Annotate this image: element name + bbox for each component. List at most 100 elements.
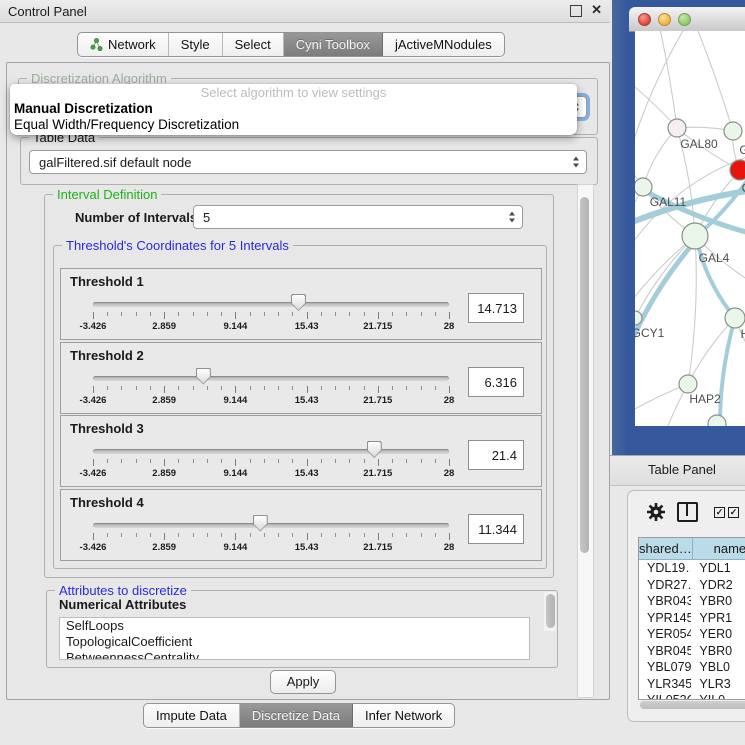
slider-tick-label: 21.715: [363, 542, 392, 553]
network-edge[interactable]: [688, 236, 696, 384]
threshold-value-field[interactable]: 14.713: [468, 293, 524, 323]
network-edge-thick[interactable]: [720, 318, 735, 426]
network-window-titlebar[interactable]: [629, 7, 745, 32]
threshold-slider-track[interactable]: [93, 302, 449, 307]
panel-vertical-scrollbar[interactable]: [577, 184, 594, 698]
table-cell: YER054C: [639, 626, 691, 643]
control-panel-title: Control Panel: [0, 4, 87, 19]
close-icon[interactable]: ✕: [591, 2, 602, 18]
table-data-combobox[interactable]: galFiltered.sif default node: [29, 150, 587, 174]
network-node-label: GAL80: [680, 137, 718, 151]
attributes-list-scrollbar[interactable]: [544, 592, 556, 631]
minimize-traffic-light-icon[interactable]: [658, 13, 671, 26]
table-row[interactable]: YBL079WYBL0: [639, 659, 745, 676]
threshold-slider-track[interactable]: [93, 449, 449, 454]
table-data-combobox-value: galFiltered.sif default node: [39, 155, 191, 170]
threshold-value-field[interactable]: 6.316: [468, 367, 524, 397]
tab-label: Impute Data: [156, 708, 227, 723]
tab-network[interactable]: Network: [78, 33, 169, 56]
table-row[interactable]: YBR045CYBR0: [639, 643, 745, 660]
tab-discretize-data[interactable]: Discretize Data: [240, 704, 353, 727]
slider-tick-label: 21.715: [363, 395, 392, 406]
tab-select[interactable]: Select: [223, 33, 284, 56]
checkbox-icon[interactable]: ✓: [728, 507, 739, 518]
network-view-canvas[interactable]: GAL80GACGAL11GAL4GCY1HHAP2: [635, 31, 745, 426]
threshold-slider-thumb[interactable]: [367, 441, 382, 458]
column-layout-icon[interactable]: [677, 502, 698, 522]
numerical-attributes-list[interactable]: SelfLoopsTopologicalCoefficientBetweenne…: [59, 617, 530, 660]
tab-style[interactable]: Style: [169, 33, 223, 56]
network-node-hap2[interactable]: [679, 375, 697, 393]
tab-impute-data[interactable]: Impute Data: [144, 704, 240, 727]
column-header-name[interactable]: name: [693, 538, 745, 559]
threshold-slider-thumb[interactable]: [253, 515, 268, 532]
network-node-h[interactable]: [725, 308, 745, 328]
slider-tick-label: 28: [444, 468, 455, 479]
network-graph[interactable]: GAL80GACGAL11GAL4GCY1HHAP2: [635, 31, 745, 426]
threshold-value-field[interactable]: 11.344: [468, 514, 524, 544]
control-panel-titlebar: Control Panel ✕: [0, 0, 610, 23]
table-row[interactable]: YBR043CYBR0: [639, 593, 745, 610]
network-node-gal80[interactable]: [668, 119, 686, 137]
float-window-icon[interactable]: [570, 5, 582, 17]
table-panel-card: ✓ ✓ shared… name YDL19…YDL1YDR27…YDR2YBR…: [627, 490, 745, 722]
threshold-slider-track[interactable]: [93, 523, 449, 528]
table-cell: YDL19…: [639, 560, 691, 577]
threshold-block: Threshold 2 -3.4262.8599.14415.4321.7152…: [60, 342, 542, 414]
dropdown-option[interactable]: Equal Width/Frequency Discretization: [10, 117, 577, 133]
table-cell: YBL079W: [639, 659, 691, 676]
zoom-traffic-light-icon[interactable]: [678, 13, 691, 26]
tab-infer-network[interactable]: Infer Network: [353, 704, 454, 727]
table-row[interactable]: YPR145WYPR1: [639, 610, 745, 627]
table-row[interactable]: YDR27…YDR2: [639, 577, 745, 594]
checkbox-icon[interactable]: ✓: [714, 507, 725, 518]
network-edge[interactable]: [635, 384, 688, 421]
table-row[interactable]: YLR345WYLR3: [639, 676, 745, 693]
combo-stepper-icon[interactable]: [509, 212, 515, 223]
network-window-frame[interactable]: GAL80GACGAL11GAL4GCY1HHAP2: [612, 0, 745, 455]
network-edge[interactable]: [643, 128, 677, 187]
table-cell: YBR0: [691, 593, 745, 610]
column-header-shared-name[interactable]: shared…: [639, 538, 693, 559]
slider-tick-label: 9.144: [224, 395, 248, 406]
gear-icon[interactable]: [646, 502, 666, 522]
attribute-list-item[interactable]: BetweennessCentrality: [60, 650, 529, 660]
attribute-list-item[interactable]: SelfLoops: [60, 618, 529, 634]
scrollbar-thumb[interactable]: [580, 197, 589, 553]
threshold-value-field[interactable]: 21.4: [468, 440, 524, 470]
threshold-slider-track[interactable]: [93, 376, 449, 381]
threshold-slider-thumb[interactable]: [291, 294, 306, 311]
threshold-block: Threshold 1 -3.4262.8599.14415.4321.7152…: [60, 268, 542, 340]
scrollbar-thumb[interactable]: [640, 701, 745, 709]
tab-cyni-toolbox[interactable]: Cyni Toolbox: [284, 33, 383, 56]
close-traffic-light-icon[interactable]: [638, 13, 651, 26]
network-node-b1[interactable]: [708, 415, 726, 426]
tab-label: Infer Network: [365, 708, 442, 723]
network-edge[interactable]: [695, 236, 735, 318]
network-node-n2[interactable]: [724, 122, 742, 140]
threshold-label: Threshold 4: [70, 495, 144, 510]
table-data-group: Table Data galFiltered.sif default node: [20, 137, 598, 185]
table-row[interactable]: YER054CYER0: [639, 626, 745, 643]
network-edge[interactable]: [655, 31, 677, 128]
table-row[interactable]: YIL052CYIL0: [639, 692, 745, 700]
apply-button[interactable]: Apply: [270, 670, 336, 694]
tab-label: Network: [108, 37, 156, 52]
tab-jactivemnodules[interactable]: jActiveMNodules: [383, 33, 504, 56]
attribute-list-item[interactable]: TopologicalCoefficient: [60, 634, 529, 650]
number-of-intervals-combobox[interactable]: 5: [193, 205, 523, 229]
dropdown-option[interactable]: Manual Discretization: [10, 101, 577, 117]
node-table[interactable]: shared… name YDL19…YDL1YDR27…YDR2YBR043C…: [638, 537, 745, 700]
network-node-label: C: [742, 181, 745, 195]
network-edge-thick[interactable]: [635, 239, 697, 369]
table-horizontal-scrollbar[interactable]: [638, 700, 745, 710]
network-edge[interactable]: [690, 31, 733, 131]
network-node-gal11[interactable]: [635, 178, 652, 196]
network-node-red[interactable]: [730, 160, 745, 180]
network-node-gal4[interactable]: [682, 223, 708, 249]
table-cell: YDL1: [691, 560, 745, 577]
table-row[interactable]: YDL19…YDL1: [639, 560, 745, 577]
tab-label: Discretize Data: [252, 708, 340, 723]
threshold-slider-thumb[interactable]: [196, 368, 211, 385]
combo-stepper-icon[interactable]: [573, 157, 579, 168]
